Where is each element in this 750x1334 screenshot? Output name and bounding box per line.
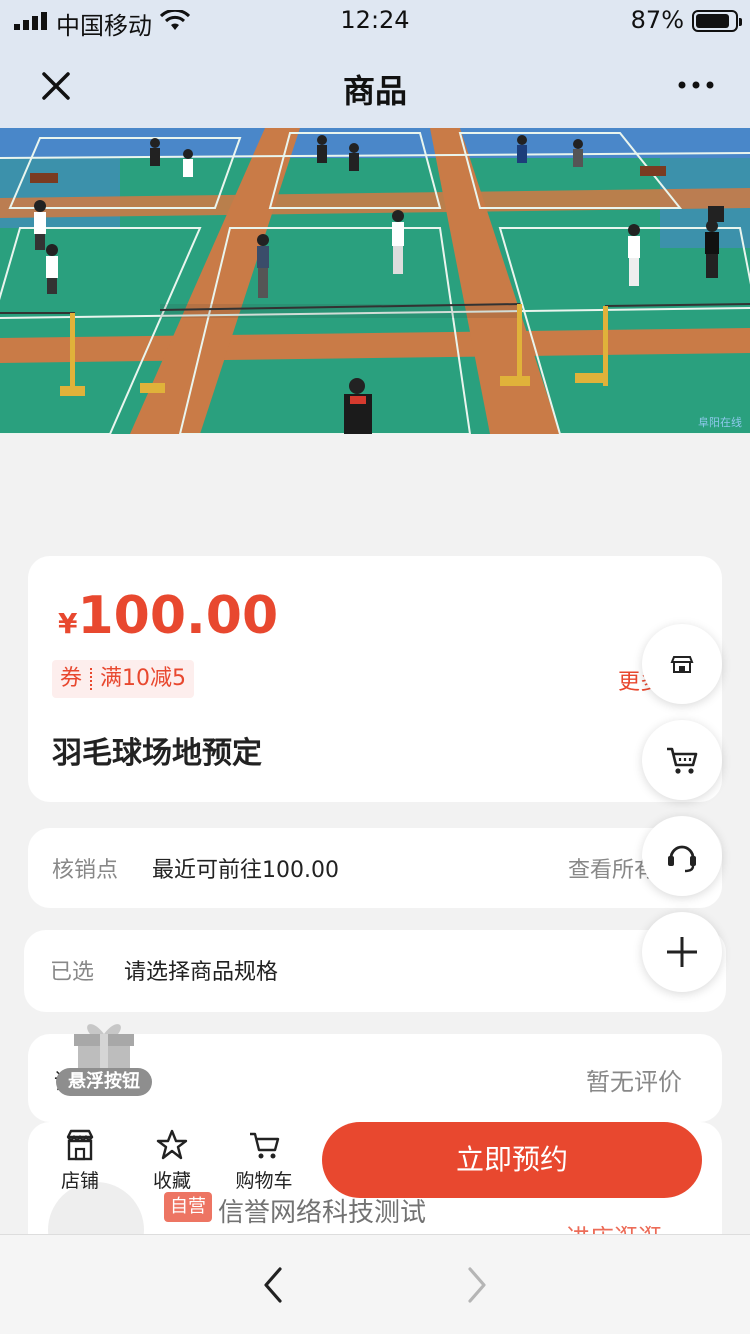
- selected-label: 已选: [50, 960, 95, 985]
- storefront-icon: [66, 1129, 94, 1161]
- coupon-text: 满10减5: [100, 666, 187, 691]
- badminton-court-photo: [0, 128, 750, 434]
- back-arrow-icon[interactable]: [256, 1265, 290, 1305]
- floating-button[interactable]: 悬浮按钮: [56, 1016, 152, 1096]
- currency-symbol: ¥: [58, 607, 78, 640]
- product-price: ¥100.00: [58, 586, 278, 646]
- more-horizontal-icon[interactable]: [674, 68, 718, 102]
- product-title: 羽毛球场地预定: [52, 736, 262, 771]
- forward-arrow-icon[interactable]: [460, 1265, 494, 1305]
- store-action[interactable]: 店铺: [42, 1128, 118, 1193]
- cart-icon: [667, 747, 698, 774]
- banner-watermark: 阜阳在线: [698, 416, 742, 429]
- status-bar: 中国移动 12:24 87%: [0, 0, 750, 44]
- fab-store[interactable]: [642, 624, 722, 704]
- floating-button-label: 悬浮按钮: [56, 1068, 152, 1096]
- product-info-card: ¥100.00 券满10减5 更多 羽毛球场地预定: [28, 556, 722, 802]
- plus-icon: [667, 937, 697, 967]
- battery-icon: [692, 10, 742, 32]
- battery-level: [696, 14, 730, 28]
- fab-add[interactable]: [642, 912, 722, 992]
- headset-icon: [668, 845, 696, 873]
- cart-action[interactable]: 购物车: [226, 1128, 302, 1193]
- product-image[interactable]: 阜阳在线: [0, 128, 750, 434]
- review-value: 暂无评价: [586, 1068, 682, 1096]
- favorite-action[interactable]: 收藏: [134, 1128, 210, 1193]
- fab-cart[interactable]: [642, 720, 722, 800]
- verification-label: 核销点: [52, 858, 119, 883]
- coupon-label: 券: [60, 666, 83, 691]
- store-action-label: 店铺: [60, 1170, 99, 1192]
- price-value: 100.00: [77, 586, 279, 646]
- star-icon: [156, 1129, 188, 1160]
- verification-value: 最近可前往100.00: [152, 858, 339, 883]
- book-now-button[interactable]: 立即预约: [322, 1122, 702, 1198]
- browser-toolbar: [0, 1234, 750, 1334]
- self-operated-badge: 自营: [164, 1192, 212, 1222]
- shopping-cart-icon: [250, 1132, 280, 1159]
- battery-percent: 87%: [630, 6, 684, 34]
- favorite-action-label: 收藏: [152, 1170, 191, 1192]
- store-icon: [670, 656, 694, 673]
- nav-bar: 商品: [0, 44, 750, 128]
- cart-action-label: 购物车: [235, 1170, 293, 1192]
- page-title: 商品: [342, 72, 407, 110]
- spec-selection-row[interactable]: 已选 请选择商品规格: [24, 930, 726, 1012]
- selected-value: 请选择商品规格: [124, 960, 279, 985]
- fab-customer-service[interactable]: [642, 816, 722, 896]
- verification-point-row[interactable]: 核销点 最近可前往100.00 查看所有: [28, 828, 722, 908]
- coupon-tag[interactable]: 券满10减5: [52, 660, 195, 698]
